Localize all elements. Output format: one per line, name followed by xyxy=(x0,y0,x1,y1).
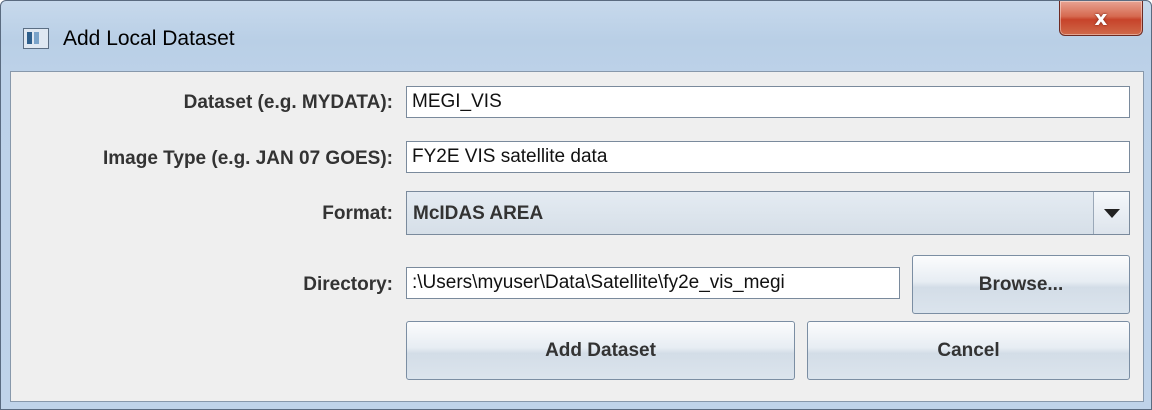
image-type-field[interactable]: FY2E VIS satellite data xyxy=(406,141,1130,173)
image-type-label: Image Type (e.g. JAN 07 GOES): xyxy=(102,148,393,169)
format-selected-value: McIDAS AREA xyxy=(413,203,544,224)
window-title: Add Local Dataset xyxy=(63,27,235,50)
title-bar[interactable]: Add Local Dataset x xyxy=(1,1,1151,71)
format-select[interactable]: McIDAS AREA xyxy=(406,191,1130,235)
close-icon: x xyxy=(1094,6,1108,30)
window-app-icon xyxy=(23,28,49,49)
format-label: Format: xyxy=(322,203,393,224)
close-button[interactable]: x xyxy=(1059,1,1143,36)
dialog-content: Dataset (e.g. MYDATA): MEGI_VIS Image Ty… xyxy=(10,71,1144,402)
cancel-button[interactable]: Cancel xyxy=(807,321,1130,380)
browse-button[interactable]: Browse... xyxy=(912,255,1130,314)
add-local-dataset-dialog: Add Local Dataset x Dataset (e.g. MYDATA… xyxy=(0,0,1152,410)
directory-label: Directory: xyxy=(303,274,393,295)
add-dataset-button[interactable]: Add Dataset xyxy=(406,321,795,380)
dataset-label: Dataset (e.g. MYDATA): xyxy=(183,92,393,113)
chevron-down-icon xyxy=(1104,209,1120,218)
format-dropdown-button[interactable] xyxy=(1093,192,1129,234)
directory-field[interactable]: :\Users\myuser\Data\Satellite\fy2e_vis_m… xyxy=(406,267,900,299)
dataset-field[interactable]: MEGI_VIS xyxy=(406,86,1130,118)
